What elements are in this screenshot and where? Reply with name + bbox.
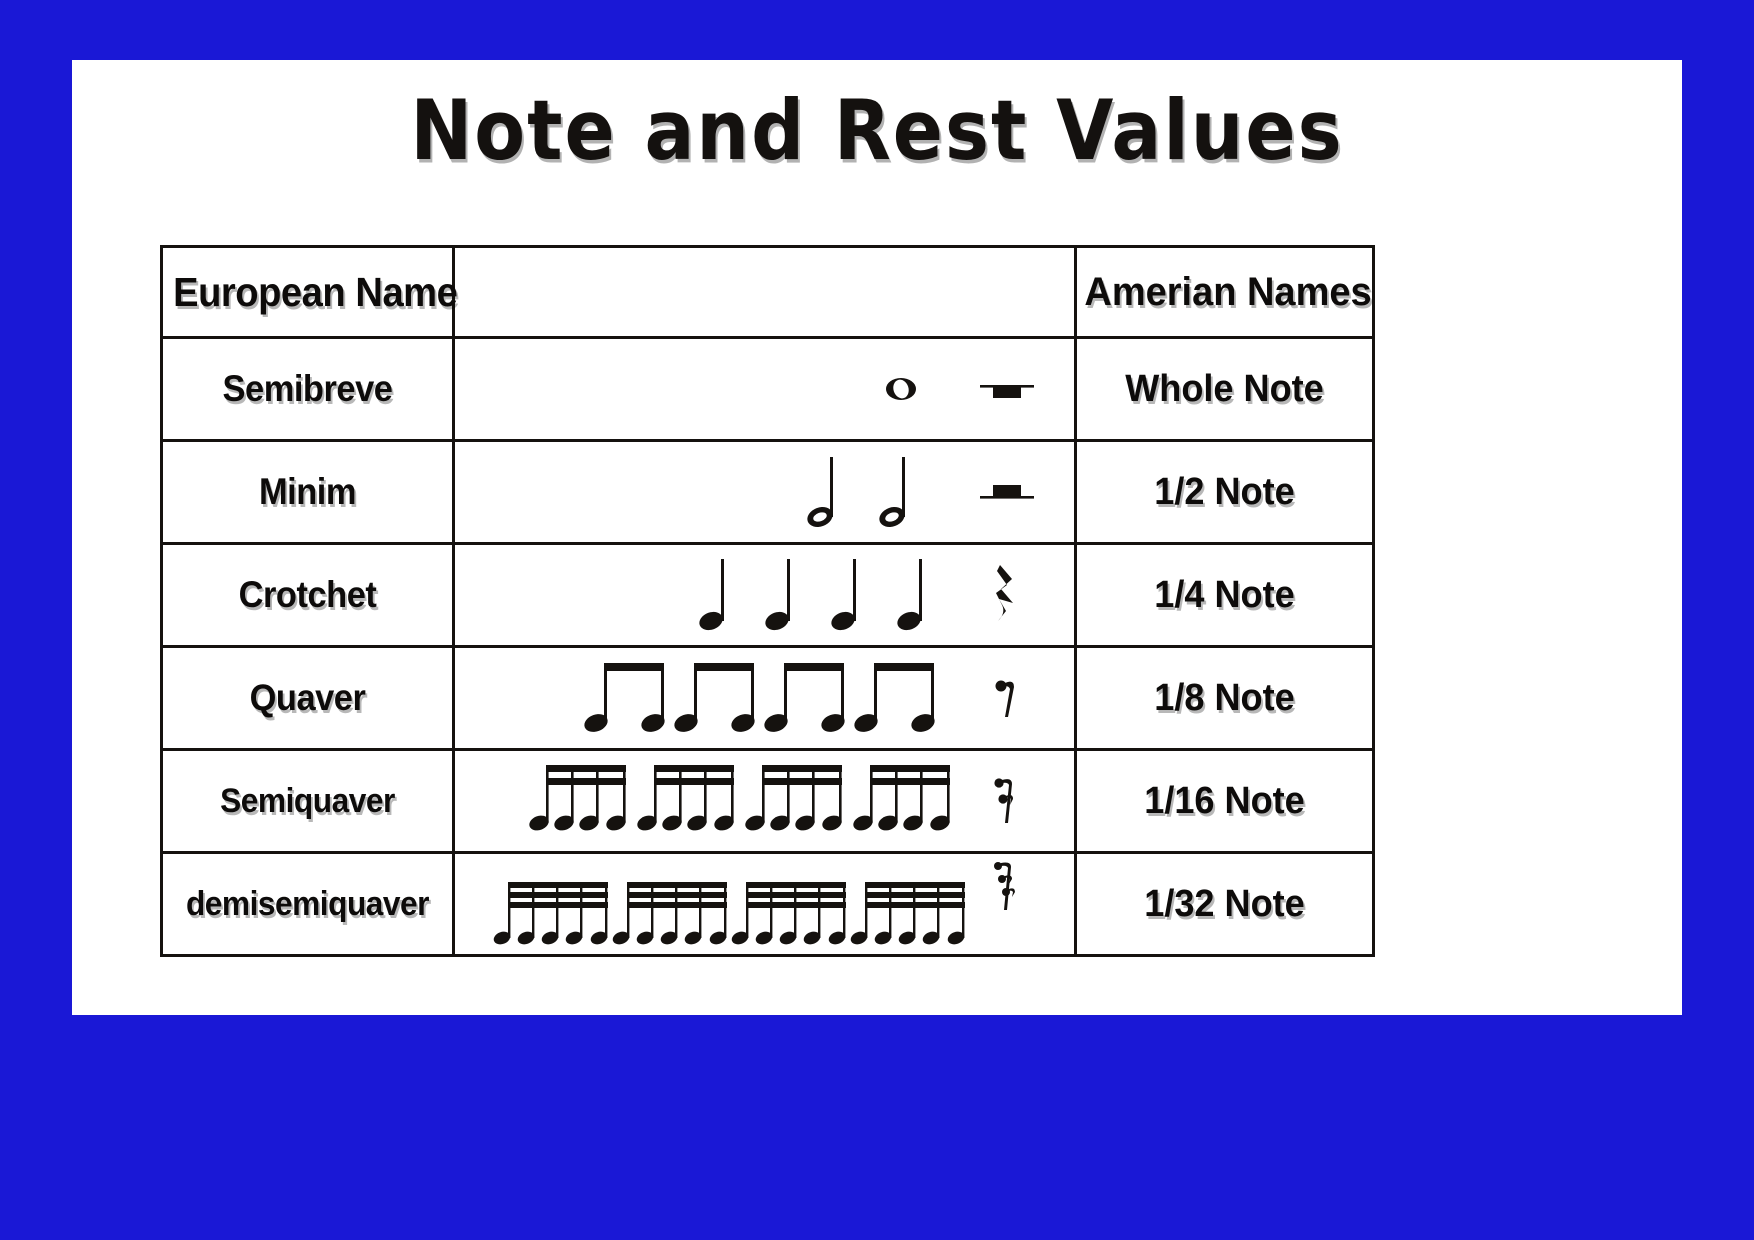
eighth-note-pair-icon — [674, 655, 764, 741]
cell-notation — [452, 336, 1077, 442]
cell-notation — [452, 851, 1077, 958]
poster-inner-panel: Note and Rest Values European Name Ameri… — [72, 60, 1682, 1015]
note-rest-values-table: European Name Amerian Names Semibreve Wh… — [160, 245, 1375, 957]
american-name-label: 1/32 Note — [1144, 882, 1305, 925]
header-cell-notation — [452, 245, 1077, 339]
page-title: Note and Rest Values — [410, 82, 1344, 180]
cell-notation — [452, 542, 1077, 648]
thirtysecond-note-group-icon — [493, 878, 612, 954]
european-name-label: Crotchet — [238, 574, 377, 615]
european-name-label: Semiquaver — [220, 781, 395, 820]
header-cell-american: Amerian Names — [1074, 245, 1375, 339]
table-row: Minim 1/2 Note — [160, 439, 1375, 545]
cell-notation — [452, 748, 1077, 854]
thirtysecond-note-group-icon — [731, 878, 850, 954]
cell-notation — [452, 645, 1077, 751]
rest-slot — [940, 751, 1074, 851]
thirtysecond-note-group-icon — [612, 878, 731, 954]
table-row: Quaver 1/8 Note — [160, 645, 1375, 751]
european-name-label: Minim — [258, 471, 357, 512]
cell-european-name: Semibreve — [160, 336, 455, 442]
quarter-note-icon — [827, 555, 863, 635]
american-name-label: 1/4 Note — [1154, 573, 1295, 616]
cell-european-name: Crotchet — [160, 542, 455, 648]
rest-slot — [940, 545, 1074, 645]
american-name-label: 1/16 Note — [1144, 779, 1305, 822]
half-note-icon — [802, 453, 842, 531]
european-name-label: demisemiquaver — [185, 884, 430, 923]
sixteenth-note-group-icon — [745, 759, 848, 843]
cell-notation — [452, 439, 1077, 545]
quarter-note-icon — [761, 555, 797, 635]
table-row: demisemiquaver 1/32 Note — [160, 851, 1375, 958]
cell-european-name: demisemiquaver — [160, 851, 455, 957]
quarter-rest-icon — [990, 559, 1024, 631]
table-row: Semiquaver 1/16 Note — [160, 748, 1375, 854]
header-label-american: Amerian Names — [1084, 269, 1372, 314]
half-note-icon — [874, 453, 914, 531]
cell-american-name: 1/2 Note — [1074, 439, 1375, 545]
american-name-label: 1/8 Note — [1154, 676, 1295, 719]
european-name-label: Quaver — [249, 677, 366, 718]
cell-american-name: 1/16 Note — [1074, 748, 1375, 854]
whole-note-icon — [878, 369, 924, 409]
sixteenth-rest-icon — [991, 771, 1023, 831]
whole-rest-icon — [976, 372, 1038, 406]
rest-slot — [940, 442, 1074, 542]
european-name-label: Semibreve — [222, 368, 393, 409]
table-header-row: European Name Amerian Names — [160, 245, 1375, 339]
poster-background: Note and Rest Values European Name Ameri… — [0, 0, 1754, 1240]
header-label-european: European Name — [173, 268, 458, 315]
cell-american-name: 1/4 Note — [1074, 542, 1375, 648]
eighth-note-pair-icon — [854, 655, 944, 741]
cell-american-name: 1/32 Note — [1074, 851, 1375, 957]
rest-slot — [940, 648, 1074, 748]
sixteenth-note-group-icon — [637, 759, 740, 843]
table-row: Semibreve Whole Note — [160, 336, 1375, 442]
header-cell-european: European Name — [160, 245, 458, 339]
cell-american-name: Whole Note — [1074, 336, 1375, 442]
american-name-label: 1/2 Note — [1154, 470, 1295, 513]
american-name-label: Whole Note — [1125, 367, 1324, 410]
eighth-rest-icon — [992, 671, 1022, 725]
quarter-note-icon — [893, 555, 929, 635]
thirtysecond-rest-icon — [991, 858, 1023, 920]
cell-notation-eu: Quaver — [160, 645, 455, 751]
table-row: Crotchet 1/4 Note — [160, 542, 1375, 648]
cell-american-name: 1/8 Note — [1074, 645, 1375, 751]
rest-slot — [940, 339, 1074, 439]
quarter-note-icon — [695, 555, 731, 635]
sixteenth-note-group-icon — [529, 759, 632, 843]
eighth-note-pair-icon — [584, 655, 674, 741]
cell-european-name: Semiquaver — [160, 748, 455, 854]
half-rest-icon — [976, 475, 1038, 509]
eighth-note-pair-icon — [764, 655, 854, 741]
rest-slot — [940, 854, 1074, 958]
cell-european-name: Minim — [160, 439, 455, 545]
